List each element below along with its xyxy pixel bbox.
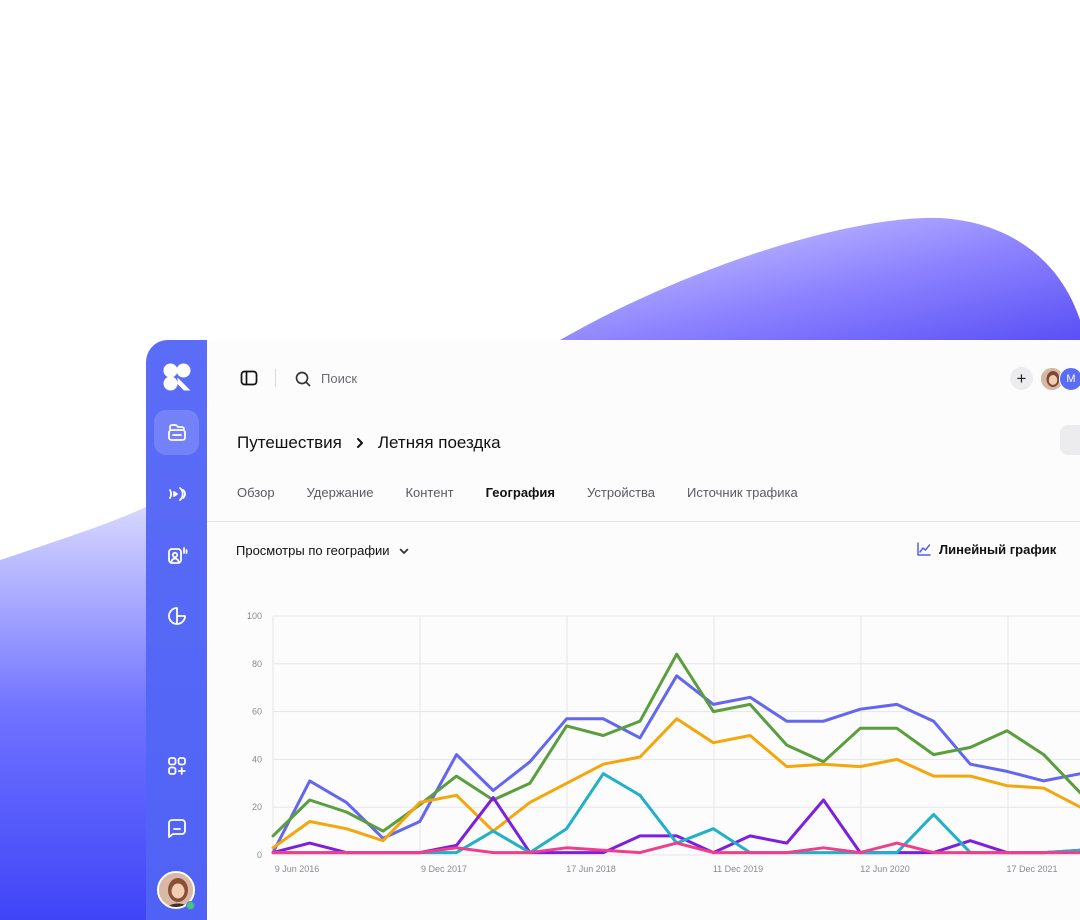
rail-item-analytics[interactable] (154, 593, 199, 638)
y-tick-label: 40 (252, 754, 262, 764)
series-line-1 (271, 674, 1080, 855)
main-panel: Поиск + M Путешествия Летняя поездка Обз… (207, 340, 1080, 920)
series-line-5 (271, 772, 1080, 855)
x-tick-label: 17 Jun 2018 (566, 864, 616, 874)
y-tick-label: 60 (252, 707, 262, 717)
app-window: Поиск + M Путешествия Летняя поездка Обз… (146, 340, 1080, 920)
x-tick-label: 9 Jun 2016 (275, 864, 320, 874)
x-tick-label: 11 Dec 2019 (713, 864, 763, 874)
x-tick-label: 12 Jun 2020 (860, 864, 910, 874)
rail-item-projects[interactable] (154, 410, 199, 455)
rail-item-apps[interactable] (154, 743, 199, 788)
y-tick-label: 80 (252, 659, 262, 669)
y-tick-label: 100 (247, 611, 262, 621)
rail-item-audience[interactable] (154, 532, 199, 577)
series-line-2 (271, 652, 1080, 838)
pie-chart-icon (167, 606, 186, 625)
broadcast-icon (168, 486, 186, 501)
add-apps-icon (167, 756, 186, 775)
online-status-indicator (186, 901, 195, 910)
folder-icon (167, 423, 186, 441)
rail-item-chat[interactable] (154, 805, 199, 850)
y-tick-label: 0 (257, 850, 262, 860)
nav-rail (146, 340, 207, 920)
logo-icon (163, 363, 191, 391)
series-line-3 (271, 717, 1080, 850)
audience-icon (167, 546, 187, 564)
rail-item-broadcast[interactable] (154, 471, 199, 516)
chat-icon (167, 818, 186, 838)
line-chart: 0 20 40 60 80 100 9 Jun 2016 9 Dec 2017 17 Jun 2… (247, 611, 1080, 874)
x-tick-label: 17 Dec 2021 (1006, 864, 1057, 874)
x-tick-label: 9 Dec 2017 (421, 864, 467, 874)
y-tick-label: 20 (252, 802, 262, 812)
